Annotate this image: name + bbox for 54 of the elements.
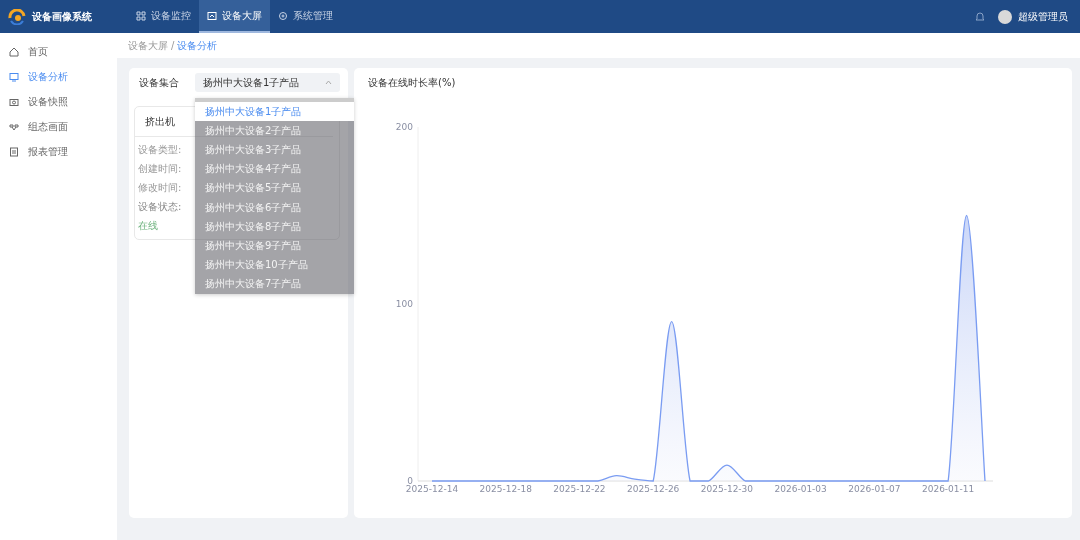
dropdown-option[interactable]: 扬州中大设备6子产品 — [195, 197, 354, 218]
x-tick-label: 2026-01-03 — [774, 484, 827, 494]
x-tick-label: 2026-01-07 — [848, 484, 901, 494]
dropdown-option[interactable]: 扬州中大设备10子产品 — [195, 255, 354, 275]
x-tick-label: 2026-01-11 — [922, 484, 975, 494]
caret-icon — [325, 80, 332, 85]
flow-icon — [9, 121, 19, 132]
screen-icon — [207, 10, 217, 21]
nav-tab[interactable]: 设备监控 — [128, 0, 199, 33]
x-tick-label: 2025-12-14 — [405, 484, 459, 494]
breadcrumb-link[interactable]: 设备大屏 — [128, 38, 168, 53]
select-field[interactable]: 扬州中大设备1子产品 — [195, 73, 340, 92]
field-label: 修改时间: — [138, 181, 182, 195]
dropdown-option[interactable]: 扬州中大设备4子产品 — [195, 159, 354, 179]
dropdown-option[interactable]: 扬州中大设备8子产品 — [195, 217, 354, 237]
breadcrumb-separator: / — [171, 40, 175, 51]
user-name[interactable]: 超级管理员 — [1018, 9, 1068, 24]
sidebar-item[interactable]: 设备分析 — [0, 64, 117, 89]
dropdown-option[interactable]: 扬州中大设备5子产品 — [195, 178, 354, 198]
sidebar-item[interactable]: 报表管理 — [0, 139, 117, 164]
dropdown-option[interactable]: 扬州中大设备2子产品 — [195, 121, 354, 141]
grid-icon — [136, 10, 146, 21]
x-tick-label: 2025-12-18 — [479, 484, 532, 494]
field-label: 设备类型: — [138, 143, 182, 157]
app-title: 设备画像系统 — [32, 9, 92, 24]
x-tick-label: 2025-12-30 — [700, 484, 754, 494]
x-tick-label: 2025-12-26 — [627, 484, 680, 494]
field-label: 创建时间: — [138, 162, 182, 176]
status-value: 在线 — [138, 219, 158, 233]
sidebar-item[interactable]: 设备快照 — [0, 89, 117, 114]
monitor-icon — [9, 71, 19, 82]
y-tick-label: 100 — [395, 299, 413, 309]
nav-tab[interactable]: 系统管理 — [270, 0, 341, 33]
chart-title: 设备在线时长率(%) — [368, 76, 457, 90]
settings-icon — [278, 10, 288, 21]
logo-icon — [8, 8, 26, 25]
sidebar-item[interactable]: 首页 — [0, 39, 117, 64]
field-label: 设备集合 — [139, 75, 179, 90]
y-tick-label: 200 — [395, 122, 413, 132]
user-avatar[interactable] — [998, 9, 1012, 24]
home-icon — [9, 46, 19, 57]
dropdown-option[interactable]: 扬州中大设备3子产品 — [195, 140, 354, 160]
breadcrumb-link[interactable]: 设备分析 — [177, 38, 218, 53]
nav-tab[interactable]: 设备大屏 — [199, 0, 270, 33]
sidebar-item[interactable]: 组态画面 — [0, 114, 117, 139]
bell-icon[interactable] — [976, 11, 984, 22]
dropdown-option[interactable]: 扬州中大设备9子产品 — [195, 236, 354, 256]
document-icon — [9, 146, 19, 157]
status-label: 设备状态: — [138, 200, 182, 214]
x-tick-label: 2025-12-22 — [553, 484, 606, 494]
dropdown-option[interactable]: 扬州中大设备7子产品 — [195, 274, 354, 294]
dropdown-option[interactable]: 扬州中大设备1子产品 — [195, 102, 354, 122]
y-tick-label: 0 — [407, 476, 413, 486]
camera-icon — [9, 96, 19, 107]
